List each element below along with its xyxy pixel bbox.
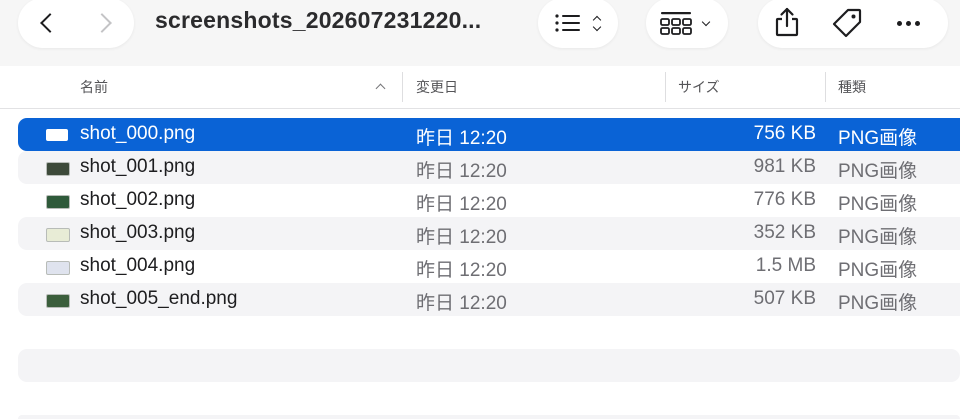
file-modified: 昨日 12:20 (416, 260, 507, 281)
file-row[interactable]: shot_002.png 昨日 12:20 776 KB PNG画像 (18, 184, 960, 217)
file-name: shot_001.png (80, 156, 196, 177)
file-name: shot_003.png (80, 222, 196, 243)
column-header-name[interactable]: 名前 (80, 77, 108, 97)
file-size: 507 KB (753, 288, 816, 309)
file-size: 981 KB (753, 156, 816, 177)
file-modified: 昨日 12:20 (416, 128, 507, 149)
file-size: 1.5 MB (755, 255, 816, 276)
column-header-modified[interactable]: 変更日 (416, 77, 458, 97)
share-icon (775, 7, 799, 37)
column-divider[interactable] (665, 72, 666, 102)
list-view-icon (554, 11, 582, 35)
window-title: screenshots_202607231220... (155, 7, 482, 33)
file-row[interactable]: shot_001.png 昨日 12:20 981 KB PNG画像 (18, 151, 960, 184)
toolbar: screenshots_202607231220... (0, 0, 960, 50)
column-divider[interactable] (825, 72, 826, 102)
action-group (758, 0, 948, 48)
more-icon (896, 20, 920, 26)
grid-view-button[interactable] (646, 0, 728, 48)
file-list: 名前 変更日 サイズ 種類 shot_000.png 昨日 12:20 756 … (0, 66, 960, 419)
file-row[interactable]: shot_003.png 昨日 12:20 352 KB PNG画像 (18, 217, 960, 250)
finder-window: screenshots_202607231220... 名前 変更日 サイズ 種… (0, 0, 960, 419)
file-modified: 昨日 12:20 (416, 194, 507, 215)
chevron-right-icon (92, 13, 112, 33)
sort-ascending-icon (375, 83, 386, 94)
file-kind: PNG画像 (838, 161, 918, 182)
file-modified: 昨日 12:20 (416, 227, 507, 248)
file-row[interactable]: shot_000.png 昨日 12:20 756 KB PNG画像 (18, 118, 960, 151)
back-button[interactable] (18, 0, 76, 48)
file-size: 352 KB (753, 222, 816, 243)
navigation-group (18, 0, 134, 48)
file-kind: PNG画像 (838, 227, 918, 248)
file-kind: PNG画像 (838, 128, 918, 149)
grid-view-icon (660, 9, 692, 37)
column-header-bar: 名前 変更日 サイズ 種類 (0, 66, 960, 109)
file-kind: PNG画像 (838, 293, 918, 314)
file-name: shot_002.png (80, 189, 196, 210)
more-button[interactable] (892, 18, 924, 28)
file-name: shot_000.png (80, 123, 196, 144)
image-file-icon (46, 162, 70, 176)
share-button[interactable] (772, 5, 802, 39)
list-view-button[interactable] (538, 0, 618, 48)
file-size: 776 KB (753, 189, 816, 210)
file-name: shot_005_end.png (80, 288, 238, 309)
column-header-size[interactable]: サイズ (678, 77, 720, 97)
column-divider[interactable] (402, 72, 403, 102)
image-file-icon (46, 195, 70, 209)
chevron-left-icon (40, 13, 60, 33)
file-kind: PNG画像 (838, 260, 918, 281)
empty-row (18, 415, 960, 419)
empty-row (18, 349, 960, 382)
file-modified: 昨日 12:20 (416, 293, 507, 314)
image-file-icon (46, 294, 70, 308)
tag-icon (832, 8, 862, 38)
file-row[interactable]: shot_004.png 昨日 12:20 1.5 MB PNG画像 (18, 250, 960, 283)
image-file-icon (46, 228, 70, 242)
file-row[interactable]: shot_005_end.png 昨日 12:20 507 KB PNG画像 (18, 283, 960, 316)
file-size: 756 KB (753, 123, 816, 144)
column-header-kind[interactable]: 種類 (838, 77, 866, 97)
tag-button[interactable] (830, 6, 864, 40)
forward-button[interactable] (76, 0, 134, 48)
file-modified: 昨日 12:20 (416, 161, 507, 182)
chevron-down-icon (701, 17, 711, 27)
file-name: shot_004.png (80, 255, 196, 276)
file-kind: PNG画像 (838, 194, 918, 215)
image-file-icon (46, 129, 68, 141)
image-file-icon (46, 261, 70, 275)
